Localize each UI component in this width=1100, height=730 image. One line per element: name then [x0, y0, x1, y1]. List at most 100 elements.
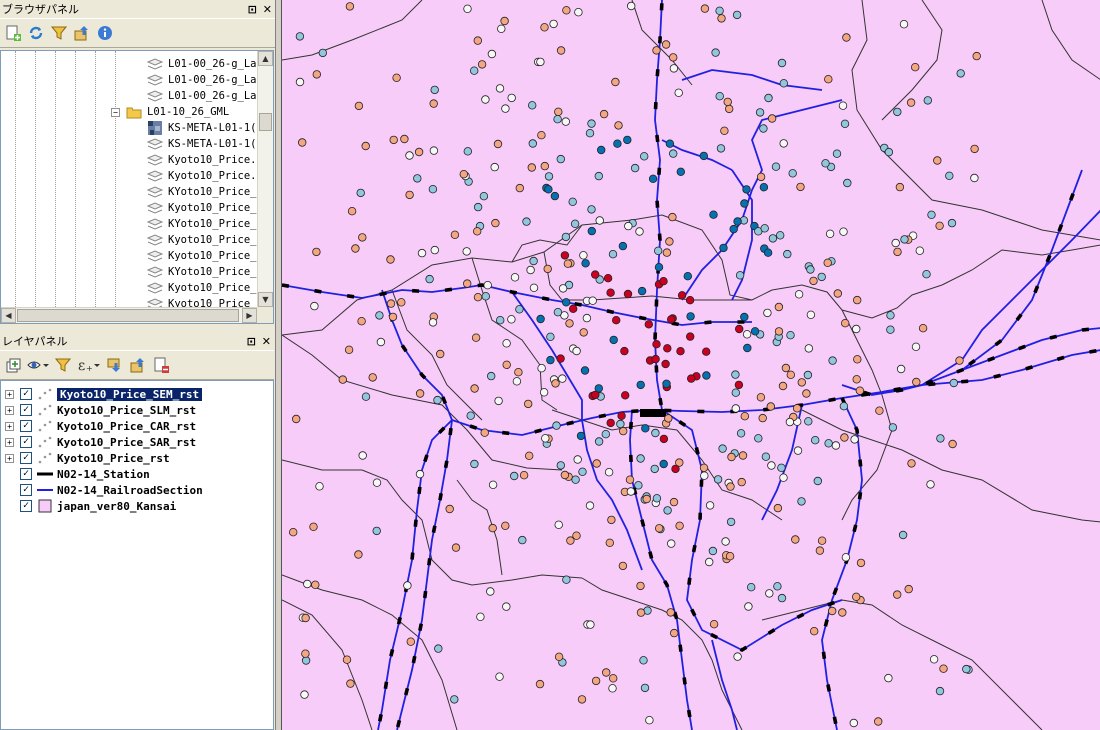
browser-item[interactable]: Kyoto10_Price_LA: [146, 280, 257, 296]
tree-expand-icon[interactable]: +: [5, 421, 14, 431]
layer-visibility-checkbox[interactable]: ✓: [20, 388, 32, 400]
filter-button[interactable]: [50, 24, 68, 42]
price-point: [389, 135, 398, 145]
price-point: [558, 374, 567, 383]
refresh-button[interactable]: [27, 24, 45, 42]
tree-expand-icon[interactable]: +: [5, 453, 14, 463]
browser-horizontal-scrollbar[interactable]: ◀ ▶: [1, 307, 257, 323]
layer-panel-close-button[interactable]: ✕: [262, 335, 271, 348]
tree-expand-icon[interactable]: +: [5, 437, 14, 447]
price-point: [709, 620, 719, 629]
browser-item[interactable]: Kyoto10_Price_ER: [146, 232, 257, 248]
layer-row[interactable]: + ✓ Kyoto10_Price_SEM_rst: [1, 386, 204, 402]
price-point: [731, 370, 740, 379]
layer-visibility-checkbox[interactable]: ✓: [20, 420, 32, 432]
scroll-right-arrow-icon[interactable]: ▶: [242, 308, 257, 323]
manage-visibility-button[interactable]: [27, 356, 49, 374]
layer-visibility-checkbox[interactable]: ✓: [20, 452, 32, 464]
layer-row[interactable]: ✓ japan_ver80_Kansai: [1, 498, 176, 514]
layer-visibility-checkbox[interactable]: ✓: [20, 468, 32, 480]
price-point: [368, 373, 377, 382]
collapse-all-button[interactable]: [73, 24, 91, 42]
browser-tree[interactable]: L01-00_26-g_Land L01-00_26-g_Land L01-00_2…: [0, 50, 274, 324]
layer-name: Kyoto10_Price_rst: [57, 451, 170, 465]
price-points: [288, 1, 981, 728]
layer-collapse-all-button[interactable]: [129, 356, 147, 374]
price-point: [918, 324, 928, 333]
browser-item[interactable]: L01-00_26-g_Land: [146, 88, 257, 104]
browser-item[interactable]: Kyoto10_Price_CA: [146, 200, 257, 216]
price-point: [738, 451, 748, 460]
filter-expression-button[interactable]: ε +: [77, 356, 101, 374]
layer-row[interactable]: + ✓ Kyoto10_Price_CAR_rst: [1, 418, 196, 434]
browser-item[interactable]: Kyoto10_Price_JG: [146, 248, 257, 264]
layer-panel-titlebar[interactable]: レイヤパネル ⊡ ✕: [0, 332, 274, 350]
browser-item[interactable]: L01-00_26-g_Land: [146, 72, 257, 88]
layer-tree[interactable]: + ✓ Kyoto10_Price_SEM_rst + ✓ Kyoto10_Price_S…: [0, 380, 274, 730]
browser-item[interactable]: KYoto10_Price_LA: [146, 264, 257, 280]
scroll-down-arrow-icon[interactable]: ▼: [258, 292, 273, 307]
layer-panel-float-button[interactable]: ⊡: [247, 335, 256, 348]
price-point: [523, 399, 533, 409]
browser-vertical-scrollbar[interactable]: ▲ ▼: [257, 51, 273, 307]
browser-item[interactable]: − L01-10_26_GML: [111, 104, 229, 120]
expand-all-button[interactable]: [106, 356, 124, 374]
price-point: [843, 178, 852, 188]
layer-row[interactable]: + ✓ Kyoto10_Price_SAR_rst: [1, 434, 196, 450]
price-point: [715, 91, 724, 101]
browser-panel-titlebar[interactable]: ブラウザパネル ⊡ ✕: [0, 0, 275, 18]
scroll-left-arrow-icon[interactable]: ◀: [1, 308, 16, 323]
price-point: [838, 101, 848, 110]
add-layer-icon: [6, 25, 21, 41]
price-point: [488, 523, 497, 533]
layer-row[interactable]: ✓ N02-14_RailroadSection: [1, 482, 203, 498]
price-point: [723, 97, 732, 107]
remove-layer-button[interactable]: [152, 356, 170, 374]
browser-item[interactable]: Kyoto10_Price_res: [146, 296, 257, 307]
layer-filter-button[interactable]: [54, 356, 72, 374]
browser-item[interactable]: KS-META-L01-1(: [147, 120, 257, 136]
browser-horizontal-scroll-thumb[interactable]: [17, 309, 239, 322]
browser-item[interactable]: Kyoto10_Price.shp: [146, 168, 257, 184]
browser-panel-float-button[interactable]: ⊡: [248, 3, 257, 16]
tree-collapse-icon[interactable]: −: [111, 107, 120, 117]
browser-vertical-scroll-thumb[interactable]: [259, 113, 272, 131]
map-canvas[interactable]: [281, 0, 1100, 730]
price-point: [623, 289, 633, 299]
price-point: [815, 546, 825, 555]
browser-item[interactable]: L01-00_26-g_Land: [146, 56, 257, 72]
browser-panel-close-button[interactable]: ✕: [263, 3, 272, 16]
price-point: [585, 501, 595, 510]
tree-expand-icon[interactable]: +: [5, 405, 14, 415]
layer-row[interactable]: + ✓ Kyoto10_Price_rst: [1, 450, 170, 466]
scroll-up-arrow-icon[interactable]: ▲: [258, 51, 273, 66]
tree-expand-icon[interactable]: +: [5, 389, 14, 399]
price-point: [947, 218, 957, 228]
layer-visibility-checkbox[interactable]: ✓: [20, 484, 32, 496]
municipal-boundary-line: [761, 599, 1043, 730]
price-point: [933, 156, 942, 165]
add-group-button[interactable]: [4, 356, 22, 374]
browser-item[interactable]: KS-META-L01-1(: [146, 136, 257, 152]
browser-item[interactable]: Kyoto10_Price.csv: [146, 152, 257, 168]
layer-visibility-checkbox[interactable]: ✓: [20, 404, 32, 416]
price-point: [618, 561, 628, 571]
layer-visibility-checkbox[interactable]: ✓: [20, 500, 32, 512]
price-point: [490, 162, 499, 172]
properties-button[interactable]: [96, 24, 114, 42]
price-point: [761, 452, 771, 461]
browser-item[interactable]: KYoto10_Price_EF: [146, 216, 257, 232]
layer-row[interactable]: + ✓ Kyoto10_Price_SLM_rst: [1, 402, 196, 418]
price-point: [708, 546, 718, 556]
price-point: [588, 296, 597, 305]
layer-row[interactable]: ✓ N02-14_Station: [1, 466, 150, 482]
vector-layer-icon: [146, 297, 164, 307]
price-point: [742, 185, 751, 194]
add-selected-layer-button[interactable]: [4, 24, 22, 42]
municipal-boundary-line: [361, 469, 583, 586]
price-point: [676, 347, 685, 356]
price-point: [774, 327, 784, 336]
layer-visibility-checkbox[interactable]: ✓: [20, 436, 32, 448]
price-point: [841, 319, 850, 328]
browser-item[interactable]: KYoto10_Price_CA: [146, 184, 257, 200]
